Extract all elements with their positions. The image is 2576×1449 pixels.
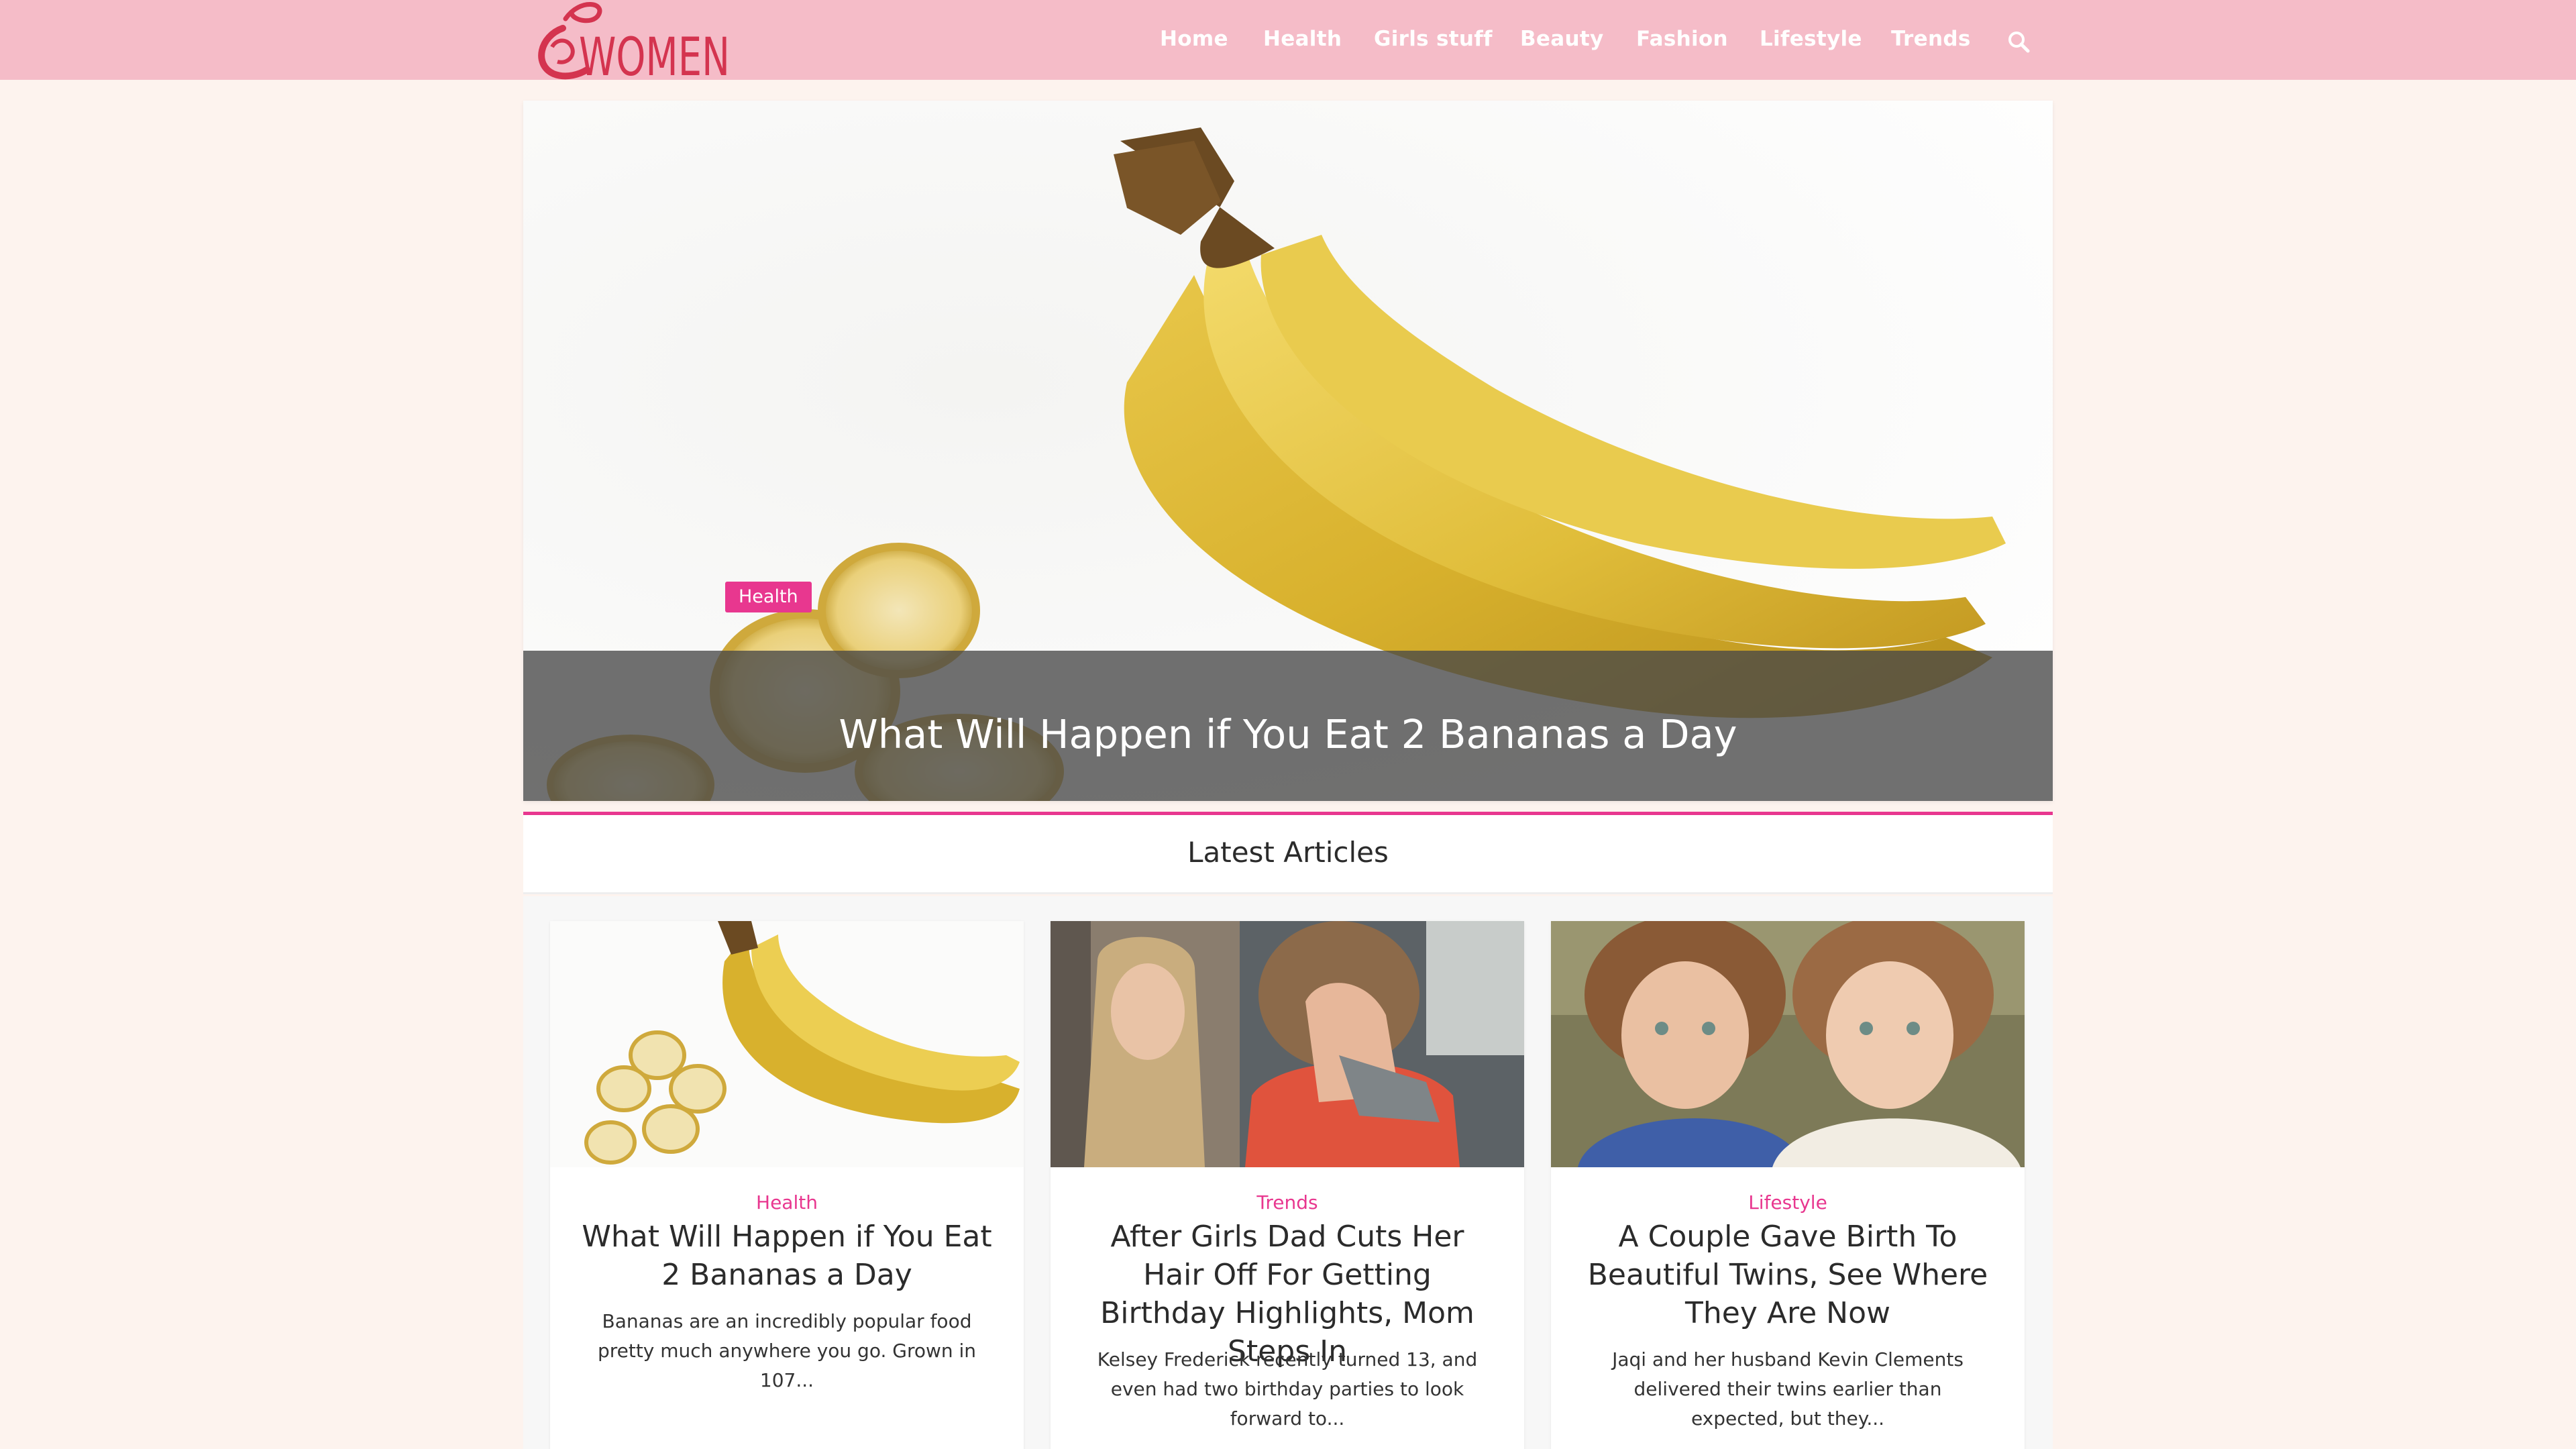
article-thumbnail-girl-hair[interactable] xyxy=(1051,921,1524,1167)
article-title[interactable]: A Couple Gave Birth To Beautiful Twins, … xyxy=(1581,1218,1994,1332)
article-excerpt: Jaqi and her husband Kevin Clements deli… xyxy=(1612,1348,1964,1430)
article-card[interactable]: Trends After Girls Dad Cuts Her Hair Off… xyxy=(1051,921,1524,1449)
article-excerpt: Bananas are an incredibly popular food p… xyxy=(597,1310,977,1391)
article-thumbnail-twins[interactable] xyxy=(1551,921,2025,1167)
article-thumbnail-bananas[interactable] xyxy=(550,921,1024,1167)
nav-beauty[interactable]: Beauty xyxy=(1520,27,1603,51)
nav-lifestyle[interactable]: Lifestyle xyxy=(1760,27,1862,51)
article-category[interactable]: Lifestyle xyxy=(1551,1191,2025,1214)
nav-fashion[interactable]: Fashion xyxy=(1636,27,1728,51)
top-navigation-bar: WOMEN Home Health Girls stuff Beauty Fas… xyxy=(0,0,2576,80)
featured-article-title[interactable]: What Will Happen if You Eat 2 Bananas a … xyxy=(0,711,2576,757)
article-category[interactable]: Health xyxy=(550,1191,1024,1214)
nav-health[interactable]: Health xyxy=(1263,27,1342,51)
search-icon[interactable] xyxy=(2007,30,2030,53)
nav-girls-stuff[interactable]: Girls stuff xyxy=(1374,27,1493,51)
site-logo[interactable]: WOMEN xyxy=(533,0,735,80)
article-excerpt: Kelsey Frederick recently turned 13, and… xyxy=(1097,1348,1478,1430)
article-category[interactable]: Trends xyxy=(1051,1191,1524,1214)
svg-text:WOMEN: WOMEN xyxy=(579,28,730,80)
featured-category-badge[interactable]: Health xyxy=(725,582,812,612)
article-card[interactable]: Lifestyle A Couple Gave Birth To Beautif… xyxy=(1551,921,2025,1449)
nav-home[interactable]: Home xyxy=(1160,27,1228,51)
featured-article[interactable] xyxy=(523,101,2053,801)
nav-trends[interactable]: Trends xyxy=(1891,27,1971,51)
article-card[interactable]: Health What Will Happen if You Eat 2 Ban… xyxy=(550,921,1024,1449)
article-title[interactable]: What Will Happen if You Eat 2 Bananas a … xyxy=(580,1218,994,1294)
latest-articles-heading: Latest Articles xyxy=(1187,836,1389,869)
